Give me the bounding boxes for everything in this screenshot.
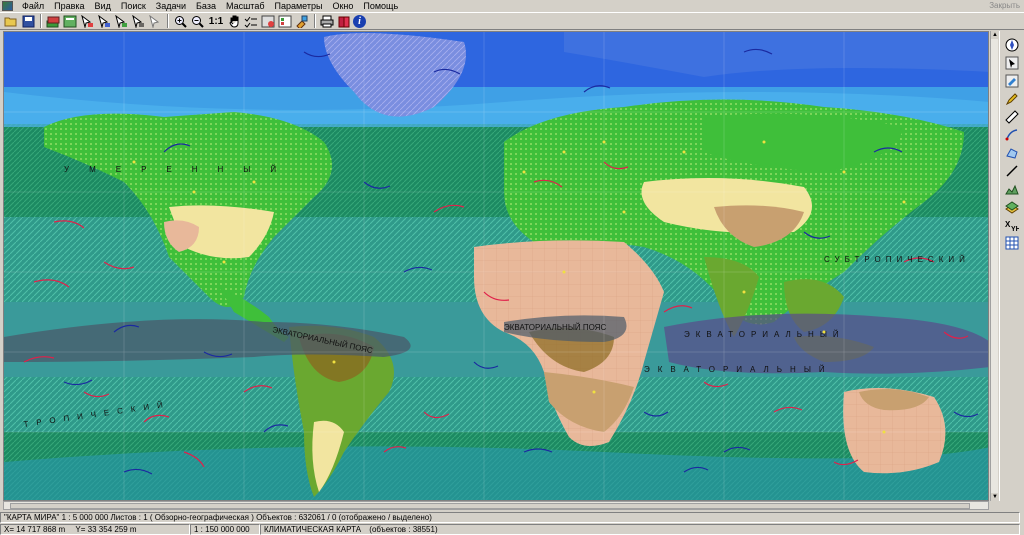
edit-object-icon[interactable] (1003, 73, 1021, 89)
pan-hand-icon[interactable] (226, 14, 242, 29)
layers-icon[interactable] (45, 14, 61, 29)
select-pointer-icon[interactable] (1003, 55, 1021, 71)
table-icon[interactable] (1003, 235, 1021, 251)
layer-settings-icon[interactable] (260, 14, 276, 29)
coord-y-label: Y= (75, 524, 86, 534)
line-tool-icon[interactable] (1003, 163, 1021, 179)
scale-1-1-button[interactable]: 1:1 (206, 16, 226, 27)
menu-window[interactable]: Окно (327, 0, 358, 12)
coord-x-label: X= (4, 524, 15, 534)
checklist-icon[interactable] (243, 14, 259, 29)
label-equatorial-east-2: ЭКВАТОРИАЛЬНЫЙ (644, 365, 833, 374)
menu-view[interactable]: Вид (90, 0, 116, 12)
vertical-scrollbar[interactable]: ▲ ▼ (990, 31, 999, 501)
scroll-up-icon[interactable]: ▲ (991, 31, 999, 39)
select-area-icon[interactable] (96, 14, 112, 29)
horizontal-scrollbar[interactable] (3, 501, 989, 510)
legend-icon[interactable] (277, 14, 293, 29)
menu-search[interactable]: Поиск (116, 0, 151, 12)
app-icon (2, 1, 13, 11)
measure-area-icon[interactable] (1003, 145, 1021, 161)
scale-panel: 1 : 150 000 000 (190, 523, 260, 535)
label-subtropical-east: СУБТРОПИЧЕСКИЙ (824, 255, 970, 264)
menu-edit[interactable]: Правка (49, 0, 89, 12)
open-folder-icon[interactable] (3, 14, 19, 29)
status-bar-bottom: X= 14 717 868 m Y= 33 354 259 m 1 : 150 … (0, 523, 1024, 535)
label-equatorial-belt-africa: ЭКВАТОРИАЛЬНЫЙ ПОЯС (504, 323, 606, 332)
climate-map[interactable]: ЭКВАТОРИАЛЬНЫЙ ПОЯС ЭКВАТОРИАЛЬНЫЙ ПОЯС … (3, 31, 989, 501)
deselect-icon[interactable] (147, 14, 163, 29)
scroll-down-icon[interactable]: ▼ (991, 493, 999, 501)
print-icon[interactable] (319, 14, 335, 29)
measure-route-icon[interactable] (1003, 127, 1021, 143)
info-icon[interactable]: i (353, 14, 366, 28)
layer-panel: КЛИМАТИЧЕСКАЯ КАРТА (объектов : 38551) (260, 523, 1020, 535)
save-icon[interactable] (20, 14, 36, 29)
toolbar: 1:1 i (0, 12, 1024, 30)
profile-icon[interactable] (1003, 181, 1021, 197)
map-list-icon[interactable] (62, 14, 78, 29)
label-moderate: УМЕРЕННЫЙ (64, 165, 296, 174)
menu-bar: Файл Правка Вид Поиск Задачи База Масшта… (0, 0, 1024, 12)
right-toolbar: X YH (999, 31, 1024, 501)
zoom-in-icon[interactable] (172, 14, 188, 29)
layer-objects: (объектов : 38551) (369, 524, 438, 534)
coordinates-icon[interactable]: X YH (1003, 217, 1021, 233)
book-icon[interactable] (336, 14, 352, 29)
map-info-panel: "КАРТА МИРА" 1 : 5 000 000 Листов : 1 ( … (0, 511, 1020, 523)
terrain-3d-icon[interactable] (1003, 199, 1021, 215)
horizontal-scroll-thumb[interactable] (10, 503, 970, 509)
menu-tasks[interactable]: Задачи (151, 0, 191, 12)
select-objects-icon[interactable] (79, 14, 95, 29)
select-layer-icon[interactable] (113, 14, 129, 29)
menu-help[interactable]: Помощь (358, 0, 403, 12)
paint-icon[interactable] (294, 14, 310, 29)
layer-name: КЛИМАТИЧЕСКАЯ КАРТА (264, 524, 362, 534)
toolbar-separator (314, 14, 316, 28)
toolbar-separator (40, 14, 42, 28)
menu-file[interactable]: Файл (17, 0, 49, 12)
zoom-out-icon[interactable] (189, 14, 205, 29)
select-list-icon[interactable] (130, 14, 146, 29)
menu-scale[interactable]: Масштаб (221, 0, 270, 12)
close-link[interactable]: Закрыть (989, 1, 1020, 10)
status-bar-top: "КАРТА МИРА" 1 : 5 000 000 Листов : 1 ( … (0, 511, 1024, 523)
pencil-icon[interactable] (1003, 91, 1021, 107)
toolbar-separator (167, 14, 169, 28)
coordinates-panel: X= 14 717 868 m Y= 33 354 259 m (0, 523, 190, 535)
svg-text:YH: YH (1011, 226, 1019, 232)
compass-icon[interactable] (1003, 37, 1021, 53)
menu-parameters[interactable]: Параметры (269, 0, 327, 12)
ruler-icon[interactable] (1003, 109, 1021, 125)
coord-y-value: 33 354 259 m (87, 524, 137, 534)
label-equatorial-east: ЭКВАТОРИАЛЬНЫЙ (684, 330, 845, 339)
menu-database[interactable]: База (191, 0, 221, 12)
coord-x-value: 14 717 868 m (16, 524, 66, 534)
